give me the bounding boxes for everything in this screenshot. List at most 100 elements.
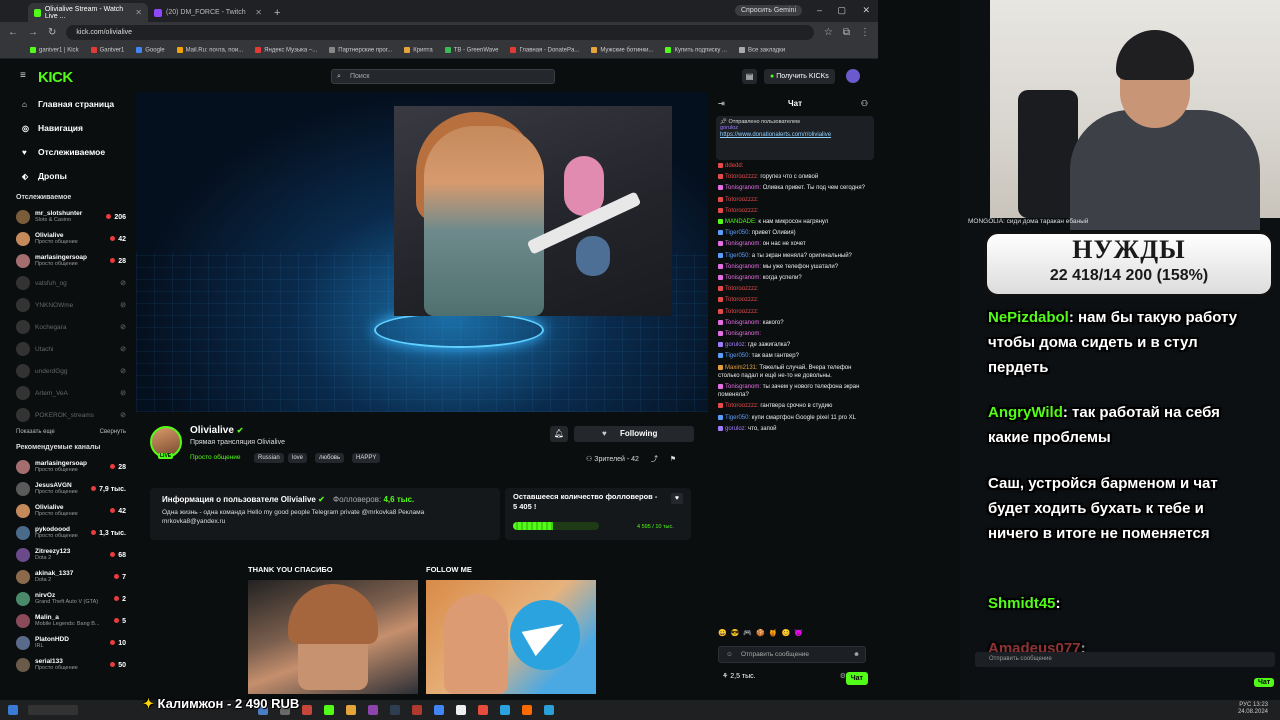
chat-username[interactable]: Totoroozzzz: (725, 309, 759, 315)
chat-username[interactable]: Tonisgranom: (725, 320, 761, 326)
app-icon[interactable] (412, 705, 422, 715)
app-icon[interactable] (544, 705, 554, 715)
bookmark-item[interactable]: Яндекс Музыка –... (255, 47, 317, 54)
sidebar-channel[interactable]: Olivialive Просто общение 42 (0, 500, 136, 522)
sidebar-channel[interactable]: underdGgg ⊘ (0, 360, 136, 382)
app-icon[interactable] (346, 705, 356, 715)
tag[interactable]: HAPPY (352, 453, 381, 463)
bookmark-item[interactable]: Крипта (404, 47, 433, 54)
chrome-icon[interactable] (434, 705, 444, 715)
telegram-icon[interactable] (500, 705, 510, 715)
follow-me-panel-image[interactable] (426, 580, 596, 694)
bookmark-item[interactable]: Купить подписку ... (665, 47, 727, 54)
tag[interactable]: любовь (315, 453, 345, 463)
tab-olivialive[interactable]: Olivialive Stream - Watch Live ... ✕ (28, 3, 148, 22)
maximize-icon[interactable]: ▢ (837, 5, 846, 16)
chat-username[interactable]: Tonisgranom: (725, 185, 761, 191)
stream-category[interactable]: Просто общение (190, 454, 241, 461)
sidebar-channel[interactable]: Olivialive Просто общение 42 (0, 228, 136, 250)
app-icon[interactable] (390, 705, 400, 715)
back-icon[interactable]: ← (8, 27, 18, 38)
report-icon[interactable]: ⚑ (670, 456, 676, 463)
app-icon[interactable] (456, 705, 466, 715)
chat-username[interactable]: Tiger050: (725, 253, 750, 259)
chat-username[interactable]: Tonisgranom: (725, 384, 761, 390)
chat-message[interactable]: Totoroozzzz: горупез что с оливой (712, 173, 878, 181)
chat-message[interactable]: Tonisgranom: ты зачем у нового телефона … (712, 383, 878, 399)
sidebar-channel[interactable]: marlasingersoap Просто общение 28 (0, 456, 136, 478)
chat-username[interactable]: Tonisgranom: (725, 241, 761, 247)
chat-message[interactable]: Totoroozzzz: (712, 207, 878, 215)
bookmark-item[interactable]: Все закладки (739, 47, 785, 54)
collapse-chat-icon[interactable]: ⇥ (718, 99, 725, 108)
chat-message[interactable]: Tonisgranom: он нас не хочет (712, 240, 878, 248)
close-icon[interactable]: ✕ (255, 8, 262, 17)
sidebar-nav-item[interactable]: ⌂ Главная страница (0, 92, 136, 116)
chat-username[interactable]: Tiger050: (725, 415, 750, 421)
chat-username[interactable]: Tiger050: (725, 353, 750, 359)
sidebar-channel[interactable]: Artem_VeA ⊘ (0, 382, 136, 404)
chat-message[interactable]: Maxim2131: Тяжелый случай. Вчера телефон… (712, 364, 878, 380)
sidebar-channel[interactable]: marlasingersoap Просто общение 28 (0, 250, 136, 272)
emote-picker-icon[interactable]: ☻ (853, 647, 860, 662)
chat-username[interactable]: Tiger050: (725, 230, 750, 236)
notification-bell-button[interactable]: 🔔︎ (550, 426, 568, 442)
taskbar-search-icon[interactable] (28, 705, 78, 715)
get-kicks-button[interactable]: ● Получить KICKs (764, 69, 835, 84)
pinned-link[interactable]: https://www.donationalerts.com/r/olivial… (720, 131, 870, 139)
chat-username[interactable]: Totoroozzzz: (725, 197, 759, 203)
chat-username[interactable]: Totoroozzzz: (725, 208, 759, 214)
chat-message[interactable]: Tonisgranom: (712, 330, 878, 338)
pinned-message[interactable]: 📌︎ Отправлено пользователем goruloz http… (716, 116, 874, 160)
system-clock[interactable]: РУС 13:23 24.08.2024 (1238, 702, 1268, 716)
bookmark-item[interactable]: TB - GreenWave (444, 47, 498, 54)
gemini-button[interactable]: Спросить Gemini (734, 5, 802, 16)
heart-icon[interactable]: ♥ (671, 493, 683, 504)
channel-name[interactable]: Olivialive ✔ (190, 425, 243, 436)
chat-username[interactable]: Totoroozzzz: (725, 286, 759, 292)
app-icon[interactable] (302, 705, 312, 715)
bookmark-item[interactable]: Mail.Ru: почта, пои... (176, 47, 243, 54)
avatar[interactable] (846, 69, 860, 83)
chat-message[interactable]: Tiger050: так вам гантвер? (712, 352, 878, 360)
chat-message[interactable]: Tonisgranom: какого? (712, 319, 878, 327)
chat-message[interactable]: Totoroozzzz: (712, 196, 878, 204)
chat-message[interactable]: Totoroozzzz: (712, 308, 878, 316)
emote-row[interactable]: 😀😎🎮🍪🍯😊😈 (718, 629, 807, 637)
video-player[interactable] (136, 92, 708, 412)
overlay-chat-button[interactable]: Чат (1254, 678, 1275, 687)
chat-message[interactable]: Tonisgranom: Оливка привет. Ты под чем с… (712, 184, 878, 192)
chat-username[interactable]: Tonisgranom: (725, 264, 761, 270)
sidebar-channel[interactable]: JesusAVGN Просто общение 7,9 тыс. (0, 478, 136, 500)
collapse-button[interactable]: Свернуть (100, 429, 126, 435)
chat-input[interactable]: ☺ Отправить сообщение ☻ (718, 646, 866, 663)
tag[interactable]: love (288, 453, 308, 463)
show-more-button[interactable]: Показать еще (16, 429, 55, 435)
menu-icon[interactable]: ⋮ (860, 27, 870, 38)
minimize-icon[interactable]: – (817, 5, 822, 15)
chat-username[interactable]: Totoroozzzz: (725, 174, 759, 180)
new-tab-button[interactable]: + (268, 3, 288, 22)
sidebar-channel[interactable]: akinak_1337 Dota 2 7 (0, 566, 136, 588)
app-icon[interactable] (478, 705, 488, 715)
sidebar-channel[interactable]: mr_slotshunter Slots & Casino 206 (0, 206, 136, 228)
bookmark-item[interactable]: Gantver1 (90, 47, 124, 54)
app-icon[interactable] (368, 705, 378, 715)
following-button[interactable]: ♥ Following (574, 426, 694, 442)
app-icon[interactable] (324, 705, 334, 715)
sidebar-channel[interactable]: nirvOz Grand Theft Auto V (GTA) 2 (0, 588, 136, 610)
url-input[interactable]: kick.com/olivialive (66, 25, 814, 40)
bookmark-item[interactable]: Главная - DonatePa... (510, 47, 579, 54)
chat-message[interactable]: Totoroozzzz: (712, 296, 878, 304)
sidebar-channel[interactable]: Utachi ⊘ (0, 338, 136, 360)
chat-message[interactable]: goruloz: где зажигалка? (712, 341, 878, 349)
sidebar-channel[interactable]: serial133 Просто общение 50 (0, 654, 136, 676)
hamburger-icon[interactable]: ≡ (20, 70, 26, 81)
chat-username[interactable]: Maxim2131: (725, 365, 758, 371)
close-window-icon[interactable]: ✕ (862, 5, 870, 16)
sidebar-channel[interactable]: PlatonHDD IRL 10 (0, 632, 136, 654)
bookmark-star-icon[interactable]: ☆ (824, 27, 833, 38)
kick-logo[interactable]: KICK (38, 69, 73, 86)
chat-username[interactable]: Tonisgranom: (725, 331, 761, 337)
chat-message[interactable]: Tiger050: а ты экран меняла? оригинальны… (712, 252, 878, 260)
